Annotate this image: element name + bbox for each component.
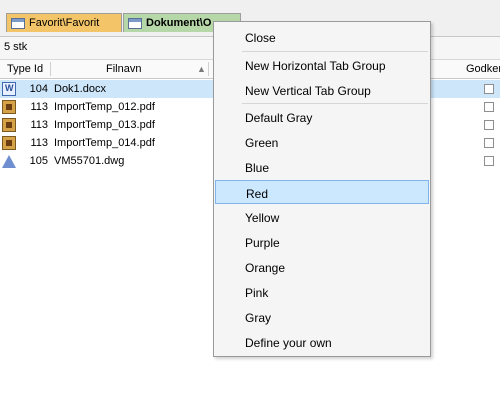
pdf-file-icon — [2, 136, 16, 150]
column-separator[interactable] — [50, 62, 51, 76]
sort-ascending-icon: ▲ — [197, 64, 206, 74]
menu-item-label: Yellow — [245, 211, 280, 225]
approved-checkbox[interactable] — [484, 84, 494, 94]
cell-filename: Dok1.docx — [54, 83, 106, 95]
pdf-file-icon — [2, 100, 16, 114]
menu-item-label: Gray — [245, 311, 272, 325]
column-header-filnavn[interactable]: Filnavn — [106, 63, 141, 75]
cell-type-id: 113 — [30, 137, 48, 149]
menu-item-pink[interactable]: Pink — [215, 280, 429, 304]
menu-item-label: Orange — [245, 261, 286, 275]
approved-checkbox[interactable] — [484, 138, 494, 148]
menu-item-gray[interactable]: Gray — [215, 305, 429, 329]
cell-filename: ImportTemp_013.pdf — [54, 119, 155, 131]
word-document-icon — [2, 82, 16, 96]
menu-separator — [242, 51, 428, 52]
column-header-type-id[interactable]: Type Id — [7, 63, 43, 75]
menu-item-default-gray[interactable]: Default Gray — [215, 105, 429, 129]
menu-item-label: Red — [246, 187, 269, 201]
menu-item-define-your-own[interactable]: Define your own — [215, 330, 429, 354]
window-icon — [11, 17, 25, 29]
pdf-file-icon — [2, 118, 16, 132]
cell-type-id: 113 — [30, 101, 48, 113]
menu-item-label: Pink — [245, 286, 269, 300]
menu-item-label: Purple — [245, 236, 280, 250]
tab-label: Favorit\Favorit — [29, 17, 100, 29]
record-count: 5 stk — [4, 41, 28, 53]
menu-item-label: Blue — [245, 161, 270, 175]
tab-context-menu: Close New Horizontal Tab Group New Verti… — [213, 21, 431, 357]
approved-checkbox[interactable] — [484, 120, 494, 130]
menu-item-label: Default Gray — [245, 111, 313, 125]
menu-item-label: New Horizontal Tab Group — [245, 59, 386, 73]
menu-item-green[interactable]: Green — [215, 130, 429, 154]
cell-filename: ImportTemp_014.pdf — [54, 137, 155, 149]
window-icon — [128, 17, 142, 29]
approved-checkbox[interactable] — [484, 156, 494, 166]
tab-favorit[interactable]: Favorit\Favorit — [6, 13, 122, 32]
menu-item-purple[interactable]: Purple — [215, 230, 429, 254]
approved-checkbox[interactable] — [484, 102, 494, 112]
cell-type-id: 105 — [29, 155, 48, 167]
menu-item-red[interactable]: Red — [215, 180, 429, 204]
menu-item-new-vertical-tab-group[interactable]: New Vertical Tab Group — [215, 78, 429, 102]
column-separator[interactable] — [208, 62, 209, 76]
cell-filename: VM55701.dwg — [54, 155, 125, 167]
menu-item-new-horizontal-tab-group[interactable]: New Horizontal Tab Group — [215, 53, 429, 77]
menu-item-label: Green — [245, 136, 279, 150]
menu-item-label: New Vertical Tab Group — [245, 84, 371, 98]
menu-item-orange[interactable]: Orange — [215, 255, 429, 279]
dwg-file-icon — [2, 155, 16, 168]
column-header-godkent[interactable]: Godken — [466, 63, 500, 75]
cell-filename: ImportTemp_012.pdf — [54, 101, 155, 113]
menu-item-label: Define your own — [245, 336, 332, 350]
tab-label: Dokument\O — [146, 17, 212, 29]
menu-item-blue[interactable]: Blue — [215, 155, 429, 179]
menu-item-yellow[interactable]: Yellow — [215, 205, 429, 229]
menu-separator — [242, 103, 428, 104]
cell-type-id: 104 — [29, 83, 48, 95]
menu-item-label: Close — [245, 31, 276, 45]
menu-item-close[interactable]: Close — [215, 25, 429, 49]
cell-type-id: 113 — [30, 119, 48, 131]
